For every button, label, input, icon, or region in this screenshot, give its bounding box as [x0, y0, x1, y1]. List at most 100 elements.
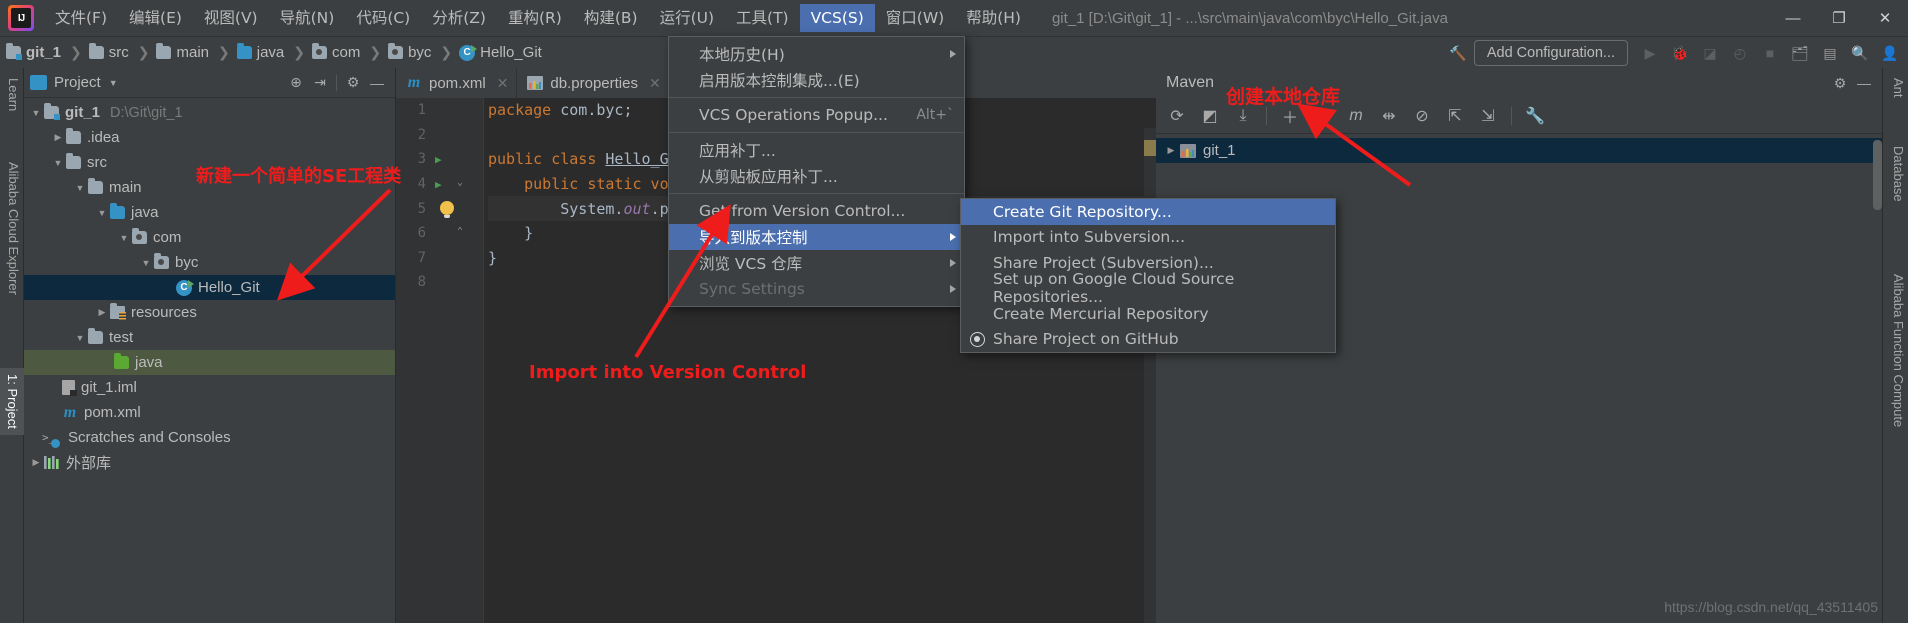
close-icon[interactable]: ✕ [1862, 0, 1908, 36]
intention-bulb-icon[interactable] [440, 201, 454, 219]
menu-item-apply-patch-from-clipboard[interactable]: 从剪贴板应用补丁... [669, 163, 964, 189]
menu-tools[interactable]: 工具(T) [725, 4, 800, 32]
submenu-item-create-git-repository[interactable]: Create Git Repository... [961, 199, 1335, 225]
tree-node-test[interactable]: ▼ test [24, 325, 395, 350]
tree-node-java-main[interactable]: ▼ java [24, 200, 395, 225]
expand-arrow-icon[interactable]: ▼ [138, 258, 154, 268]
expand-arrow-icon[interactable]: ▶ [50, 132, 66, 143]
submenu-item-set-up-on-google-cloud-source-repositories[interactable]: Set up on Google Cloud Source Repositori… [961, 270, 1335, 306]
menu-item-apply-patch[interactable]: 应用补丁... [669, 137, 964, 163]
submenu-item-create-mercurial-repository[interactable]: Create Mercurial Repository [961, 301, 1335, 327]
menu-edit[interactable]: 编辑(E) [118, 4, 193, 32]
expand-arrow-icon[interactable]: ▶ [94, 307, 110, 318]
run-class-icon[interactable]: ▶ [435, 153, 442, 166]
close-icon[interactable]: ✕ [497, 75, 509, 92]
submenu-item-share-project-on-github[interactable]: Share Project on GitHub [961, 327, 1335, 353]
reload-all-icon[interactable]: ⟳ [1162, 102, 1192, 130]
menu-run[interactable]: 运行(U) [649, 4, 725, 32]
expand-arrow-icon[interactable]: ▼ [116, 233, 132, 243]
toggle-skip-tests-icon[interactable]: ⊘ [1407, 102, 1437, 130]
tree-node-resources[interactable]: ▶ resources [24, 300, 395, 325]
menu-navigate[interactable]: 导航(N) [269, 4, 346, 32]
expand-icon[interactable]: ⇲ [1473, 102, 1503, 130]
menu-item-vcs-operations-popup[interactable]: VCS Operations Popup... Alt+` [669, 102, 964, 128]
update-project-icon[interactable]: 🗂 [1786, 40, 1814, 66]
menu-code[interactable]: 代码(C) [345, 4, 421, 32]
fold-end-icon[interactable]: ⌃ [457, 226, 463, 237]
maven-settings-icon[interactable]: m [1341, 102, 1371, 130]
breadcrumb-byc[interactable]: byc [388, 43, 431, 61]
editor-marker-chip[interactable] [1144, 140, 1156, 156]
gear-icon[interactable]: ⚙ [341, 72, 365, 94]
breadcrumb-com[interactable]: com [312, 43, 360, 61]
run-method-icon[interactable]: ▶ [435, 178, 442, 191]
menu-item-import-into-version-control[interactable]: 导入到版本控制 [669, 224, 964, 250]
menu-item-browse-vcs-repository[interactable]: 浏览 VCS 仓库 [669, 250, 964, 276]
hide-icon[interactable]: — [1852, 72, 1876, 94]
menu-vcs[interactable]: VCS(S) [799, 4, 875, 32]
gear-icon[interactable]: ⚙ [1828, 72, 1852, 94]
menu-item-enable-version-control-integration[interactable]: 启用版本控制集成...(E) [669, 67, 964, 93]
show-diff-icon[interactable]: ▤ [1816, 40, 1844, 66]
expand-arrow-icon[interactable]: ▼ [72, 333, 88, 343]
tree-node-java-test[interactable]: java [24, 350, 395, 375]
tree-node-idea[interactable]: ▶ .idea [24, 125, 395, 150]
menu-file[interactable]: 文件(F) [44, 4, 118, 32]
debug-icon[interactable]: 🐞 [1666, 40, 1694, 66]
expand-arrow-icon[interactable]: ▼ [28, 108, 44, 118]
breadcrumb-java[interactable]: java [236, 43, 284, 61]
left-tab-learn[interactable]: Learn [2, 72, 25, 117]
run-icon[interactable]: ▶ [1636, 40, 1664, 66]
tree-node-git_1-iml[interactable]: git_1.iml [24, 375, 395, 400]
editor-tab-db-properties[interactable]: db.properties ✕ [517, 68, 670, 98]
run-coverage-icon[interactable]: ◪ [1696, 40, 1724, 66]
toggle-offline-icon[interactable]: ⇹ [1374, 102, 1404, 130]
menu-refactor[interactable]: 重构(R) [497, 4, 573, 32]
generate-sources-icon[interactable]: ◩ [1195, 102, 1225, 130]
editor-gutter[interactable]: 1 2 3 ▶ 4 ▶ ⌄ 5 6 ⌃ 7 8 [396, 98, 484, 623]
tree-node-git_1[interactable]: ▼ git_1 D:\Git\git_1 [24, 100, 395, 125]
search-everywhere-icon[interactable]: 🔍 [1846, 40, 1874, 66]
add-configuration-button[interactable]: Add Configuration... [1473, 40, 1628, 66]
hide-icon[interactable]: — [365, 72, 389, 94]
minimize-icon[interactable]: — [1770, 0, 1816, 36]
maven-project-row[interactable]: ▶ git_1 [1156, 138, 1882, 163]
menu-item-local-history[interactable]: 本地历史(H) [669, 41, 964, 67]
menu-item-sync-settings[interactable]: Sync Settings [669, 276, 964, 302]
account-icon[interactable]: 👤 [1876, 40, 1904, 66]
breadcrumb-hello-git[interactable]: C Hello_Git [459, 44, 542, 61]
expand-arrow-icon[interactable]: ▼ [94, 208, 110, 218]
right-tab-alibaba-function-compute[interactable]: Alibaba Function Compute [1886, 268, 1908, 433]
menu-item-get-from-version-control[interactable]: Get from Version Control... [669, 198, 964, 224]
maven-settings-gear-icon[interactable]: 🔧 [1520, 102, 1550, 130]
tree-node-hello-git[interactable]: C Hello_Git [24, 275, 395, 300]
menu-build[interactable]: 构建(B) [573, 4, 649, 32]
expand-arrow-icon[interactable]: ▼ [50, 158, 66, 168]
profile-icon[interactable]: ◴ [1726, 40, 1754, 66]
menu-analyze[interactable]: 分析(Z) [421, 4, 497, 32]
expand-arrow-icon[interactable]: ▶ [28, 457, 44, 468]
close-icon[interactable]: ✕ [649, 75, 661, 92]
tree-node-pom-xml[interactable]: m pom.xml [24, 400, 395, 425]
stop-icon[interactable]: ■ [1756, 40, 1784, 66]
menu-view[interactable]: 视图(V) [193, 4, 269, 32]
expand-arrow-icon[interactable]: ▶ [1162, 145, 1180, 156]
tree-node-com[interactable]: ▼ com [24, 225, 395, 250]
breadcrumb-src[interactable]: src [88, 43, 129, 61]
chevron-down-icon[interactable]: ▼ [109, 78, 118, 88]
left-tab-project[interactable]: 1: Project [0, 368, 24, 435]
menu-help[interactable]: 帮助(H) [955, 4, 1032, 32]
hammer-build-icon[interactable]: 🔨 [1444, 40, 1472, 66]
right-tab-database[interactable]: Database [1886, 140, 1908, 208]
expand-arrow-icon[interactable]: ▼ [72, 183, 88, 193]
tree-node-byc[interactable]: ▼ byc [24, 250, 395, 275]
locate-target-icon[interactable]: ⊕ [284, 72, 308, 94]
maven-projects-tree[interactable]: ▶ git_1 [1156, 134, 1882, 163]
menu-window[interactable]: 窗口(W) [875, 4, 955, 32]
tree-node-scratches-and-consoles[interactable]: >_ Scratches and Consoles [24, 425, 395, 450]
editor-tab-pom-xml[interactable]: m pom.xml ✕ [396, 68, 518, 98]
fold-start-icon[interactable]: ⌄ [457, 177, 463, 188]
breadcrumb-git_1[interactable]: git_1 [6, 43, 61, 61]
collapse-all-icon[interactable]: ⇥ [308, 72, 332, 94]
right-tab-ant[interactable]: Ant [1886, 72, 1908, 104]
